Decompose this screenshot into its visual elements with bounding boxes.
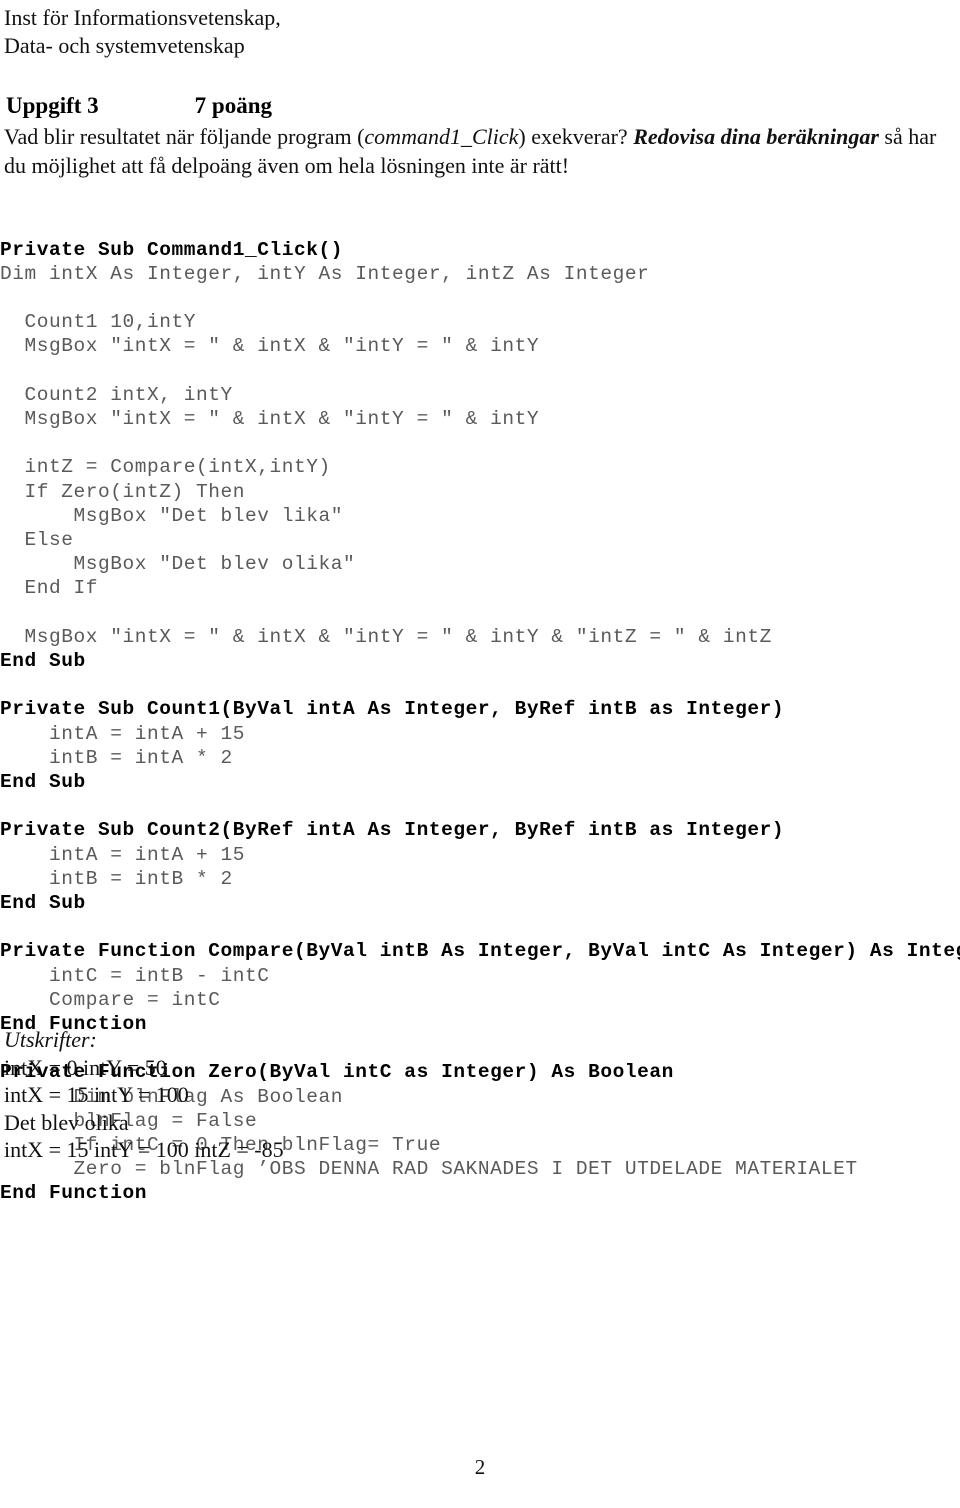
output-line: intX = 0 intY = 50 [4, 1054, 167, 1080]
code-line: End Sub [0, 770, 86, 793]
code-line: intB = intB * 2 [0, 867, 233, 890]
code-line: End Sub [0, 891, 86, 914]
task-heading: Uppgift 3 7 poäng [6, 92, 706, 120]
code-line: intZ = Compare(intX,intY) [0, 456, 331, 479]
code-line: intA = intA + 15 [0, 722, 246, 745]
code-line: If Zero(intZ) Then [0, 480, 246, 503]
code-line: Count2 intX, intY [0, 383, 233, 406]
institution-header: Inst för Informationsvetenskap, Data- oc… [4, 4, 704, 60]
code-line: Else [0, 528, 74, 551]
institution-line-2: Data- och systemvetenskap [4, 33, 245, 58]
code-line: MsgBox "intX = " & intX & "intY = " & in… [0, 335, 540, 358]
code-line: intA = intA + 15 [0, 843, 246, 866]
code-line: Private Sub Count1(ByVal intA As Integer… [0, 698, 785, 721]
output-title: Utskrifter: [4, 1027, 97, 1052]
output-line: intX = 15 intY = 100 [4, 1082, 189, 1107]
code-line: End Function [0, 1182, 148, 1205]
code-line: MsgBox "Det blev lika" [0, 504, 344, 527]
intro-part-2: ) exekverar? [518, 124, 634, 149]
output-line: Det blev olika [4, 1109, 129, 1135]
code-line: intC = intB - intC [0, 964, 270, 987]
code-line: End If [0, 577, 99, 600]
output-section: Utskrifter: intX = 0 intY = 50 intX = 15 … [4, 1026, 704, 1164]
code-line: MsgBox "intX = " & intX & "intY = " & in… [0, 625, 772, 648]
intro-part-1: Vad blir resultatet när följande program… [4, 124, 365, 149]
code-line: intB = intA * 2 [0, 746, 233, 769]
code-line: Count1 10,intY [0, 311, 197, 334]
code-line: Dim intX As Integer, intY As Integer, in… [0, 262, 650, 285]
intro-event-name: command1_Click [364, 124, 519, 149]
code-line: Compare = intC [0, 988, 221, 1011]
exam-page: Inst för Informationsvetenskap, Data- oc… [0, 0, 960, 1508]
code-line: Private Function Compare(ByVal intB As I… [0, 940, 960, 963]
intro-emphasis: Redovisa dina beräkningar [633, 124, 879, 149]
task-label: Uppgift 3 [6, 93, 99, 118]
output-line: intX = 15 intY = 100 intZ = -85 [4, 1137, 284, 1162]
output-lines: intX = 0 intY = 50 intX = 15 intY = 100 De… [4, 1054, 704, 1164]
institution-line-1: Inst för Informationsvetenskap, [4, 5, 281, 30]
task-intro-paragraph: Vad blir resultatet när följande program… [4, 122, 956, 180]
code-line: Private Sub Command1_Click() [0, 238, 344, 261]
code-line: MsgBox "Det blev olika" [0, 553, 356, 576]
code-line: End Sub [0, 649, 86, 672]
code-line: Private Sub Count2(ByRef intA As Integer… [0, 819, 785, 842]
page-number: 2 [474, 1455, 486, 1479]
code-line: MsgBox "intX = " & intX & "intY = " & in… [0, 407, 540, 430]
task-points: 7 poäng [194, 93, 272, 118]
